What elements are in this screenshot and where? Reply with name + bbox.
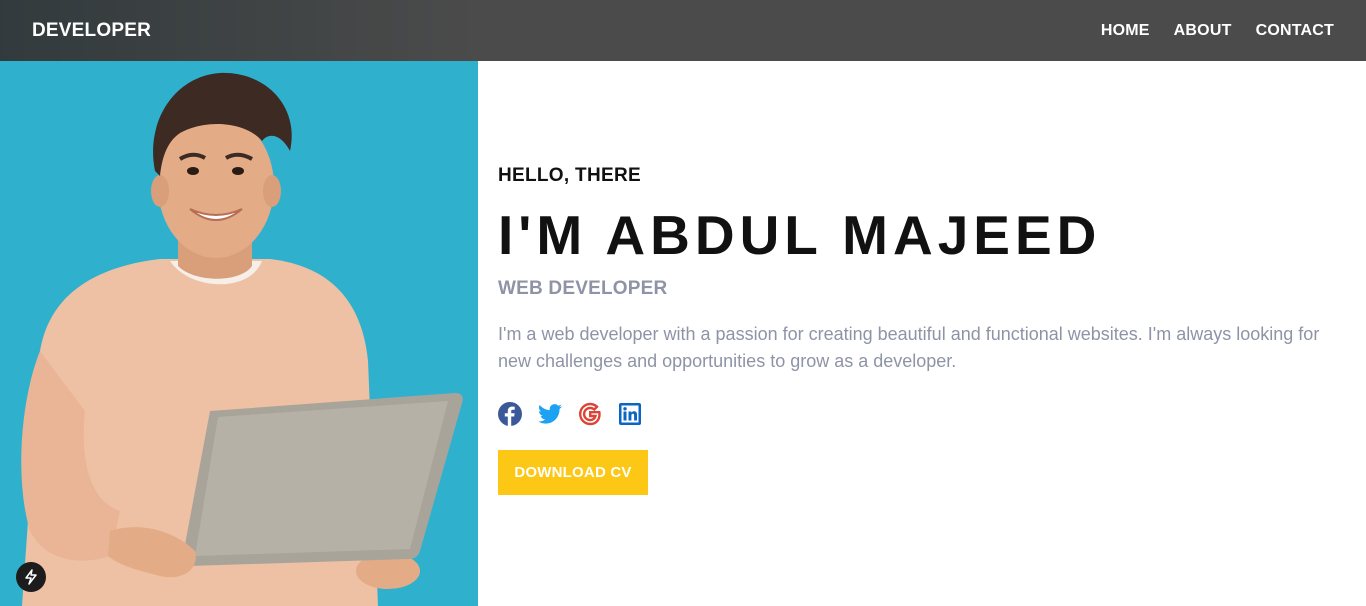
nav-home-link[interactable]: HOME <box>1101 22 1150 40</box>
brand-logo[interactable]: DEVELOPER <box>32 20 151 42</box>
top-navbar: DEVELOPER HOME ABOUT CONTACT <box>0 0 1366 61</box>
hero-name-heading: I'M ABDUL MAJEED <box>498 204 1102 266</box>
facebook-icon[interactable] <box>498 402 522 426</box>
hero-greeting: HELLO, THERE <box>498 165 641 186</box>
nav-contact-link[interactable]: CONTACT <box>1256 22 1334 40</box>
linkedin-icon[interactable] <box>618 402 642 426</box>
google-icon[interactable] <box>578 402 602 426</box>
hero-photo <box>0 61 478 606</box>
hero-role: WEB DEVELOPER <box>498 278 668 299</box>
hero-bio: I'm a web developer with a passion for c… <box>498 324 1320 371</box>
social-links <box>498 402 642 426</box>
nav-about-link[interactable]: ABOUT <box>1174 22 1232 40</box>
twitter-icon[interactable] <box>538 402 562 426</box>
lightning-icon <box>25 569 37 585</box>
lightning-badge[interactable] <box>16 562 46 592</box>
developer-portrait-illustration <box>21 72 463 606</box>
download-cv-button[interactable]: DOWNLOAD CV <box>498 450 648 495</box>
nav-links: HOME ABOUT CONTACT <box>1101 22 1334 40</box>
